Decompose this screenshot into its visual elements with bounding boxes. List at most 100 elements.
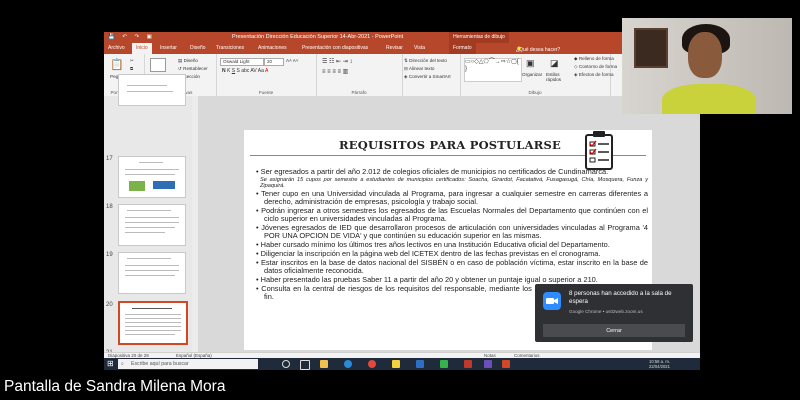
drawing-group-label: Dibujo xyxy=(528,90,542,95)
slide-number: 19 xyxy=(106,252,113,258)
window-title: Presentación Dirección Educación Superio… xyxy=(232,34,404,40)
quick-styles-icon[interactable]: ◪ xyxy=(550,58,559,69)
font-format-buttons[interactable]: N K S S abc AV Aa A xyxy=(222,68,268,74)
title-bar: 💾 ↶ ↷ ▣ Presentación Dirección Educación… xyxy=(104,32,700,43)
slide-number: 20 xyxy=(106,302,113,308)
word-icon[interactable] xyxy=(416,360,424,368)
tab-transiciones[interactable]: Transiciones xyxy=(216,45,244,51)
zoom-camera-icon xyxy=(543,292,561,310)
slide-thumbnail[interactable] xyxy=(118,74,186,106)
app-icon[interactable] xyxy=(464,360,472,368)
shape-outline-label: Contorno de forma xyxy=(578,64,618,69)
ribbon: 📋 Pegar ✂ ⧉ 🖌 Portapapeles Nueva diaposi… xyxy=(104,54,700,97)
reset-button[interactable]: ↺ Restablecer xyxy=(178,66,208,72)
copy-icon[interactable]: ⧉ xyxy=(130,66,133,71)
app-icon[interactable] xyxy=(392,360,400,368)
slide-title[interactable]: REQUISITOS PARA POSTULARSE xyxy=(339,138,561,152)
search-icon: ⌕ xyxy=(121,361,124,367)
bullet-item: • Tener cupo en una Universidad vinculad… xyxy=(256,189,648,207)
tab-archivo[interactable]: Archivo xyxy=(108,45,125,51)
tell-me-label: ¿Qué desea hacer? xyxy=(516,47,561,53)
cut-icon[interactable]: ✂ xyxy=(130,58,134,64)
contextual-tab-header: Herramientas de dibujo xyxy=(449,32,509,43)
windows-taskbar: ⊞ ⌕ Escribe aquí para buscar 10:58 a. m. … xyxy=(104,358,700,370)
taskbar-search-box[interactable]: ⌕ Escribe aquí para buscar xyxy=(118,359,258,369)
clipboard-icon[interactable]: 📋 xyxy=(110,58,124,71)
tab-revisar[interactable]: Revisar xyxy=(386,45,403,51)
participant-face xyxy=(688,32,722,78)
new-slide-icon[interactable] xyxy=(150,58,166,72)
cortana-icon[interactable] xyxy=(282,360,290,368)
font-size-select[interactable]: 20 xyxy=(264,58,284,66)
bullet-item: • Ser egresados a partir del año 2.012 d… xyxy=(256,167,609,176)
drawing-group: ▭○◇△⬠⌒→⇨☆▢{ } ▣ Organizar ◪ Estilos rápi… xyxy=(460,54,617,96)
text-direction-button[interactable]: ⇅ Dirección del texto xyxy=(404,58,447,64)
file-explorer-icon[interactable] xyxy=(320,360,328,368)
teams-icon[interactable] xyxy=(484,360,492,368)
quick-styles-button[interactable]: Estilos rápidos xyxy=(546,72,570,82)
align-text-button[interactable]: ⊟ Alinear texto xyxy=(404,66,434,72)
bullet-item: • Estar inscritos en la base de datos na… xyxy=(256,257,648,275)
grow-shrink-font-icon[interactable]: A˄ A˅ xyxy=(286,58,299,63)
quick-access-icons[interactable]: 💾 ↶ ↷ ▣ xyxy=(108,34,155,40)
slide-thumbnail[interactable] xyxy=(118,204,186,246)
font-size-value: 20 xyxy=(264,58,284,66)
edge-icon[interactable] xyxy=(344,360,352,368)
windows-start-icon[interactable]: ⊞ xyxy=(107,359,114,368)
align-text-label: Alinear texto xyxy=(408,66,435,71)
clipboard-checklist-icon xyxy=(585,131,613,170)
font-name-value: Oswald Light xyxy=(220,58,264,66)
layout-label: Diseño xyxy=(183,58,198,63)
app-icon[interactable] xyxy=(440,360,448,368)
powerpoint-icon[interactable] xyxy=(502,360,510,368)
shape-effects-button[interactable]: ◈ Efectos de forma xyxy=(574,72,614,78)
paragraph-group-label: Párrafo xyxy=(351,90,367,95)
notification-title: 8 personas han accedido a la sala de esp… xyxy=(569,290,672,305)
layout-button[interactable]: ▤ Diseño xyxy=(178,58,198,64)
notification-close-button[interactable]: Cerrar xyxy=(543,324,685,337)
participant-video xyxy=(622,18,792,114)
slide-body-text[interactable]: • Ser egresados a partir del año 2.012 d… xyxy=(254,167,648,302)
reset-label: Restablecer xyxy=(183,66,208,71)
font-name-select[interactable]: Oswald Light xyxy=(220,58,264,66)
chrome-icon[interactable] xyxy=(368,360,376,368)
text-tools-group: ⇅ Dirección del texto ⊟ Alinear texto ◈ … xyxy=(402,54,461,96)
shape-outline-button[interactable]: ◇ Contorno de forma xyxy=(574,64,617,70)
screen-share-caption: Pantalla de Sandra Milena Mora xyxy=(4,378,226,395)
paragraph-group: ☰ ☷ ⇤ ⇥ ↕ ≡ ≡ ≡ ≡ ▥ Párrafo xyxy=(316,54,403,96)
list-buttons[interactable]: ☰ ☷ ⇤ ⇥ ↕ xyxy=(322,58,352,65)
tab-insertar[interactable]: Insertar xyxy=(160,45,177,51)
arrange-icon[interactable]: ▣ xyxy=(526,58,535,69)
shape-fill-button[interactable]: ◆ Relleno de forma xyxy=(574,56,614,62)
tab-presentacion[interactable]: Presentación con diapositivas xyxy=(302,45,368,51)
taskbar-clock[interactable]: 10:58 a. m. 22/04/2021 xyxy=(649,359,670,369)
shape-fill-label: Relleno de forma xyxy=(578,56,614,61)
font-group: Oswald Light 20 A˄ A˅ N K S S abc AV Aa … xyxy=(216,54,317,96)
waiting-room-notification: 8 personas han accedido a la sala de esp… xyxy=(535,284,693,342)
tab-vista[interactable]: Vista xyxy=(414,45,425,51)
arrange-button[interactable]: Organizar xyxy=(522,72,542,77)
smartart-button[interactable]: ◈ Convertir a SmartArt xyxy=(404,74,451,80)
slide-number: 18 xyxy=(106,204,113,210)
task-view-icon[interactable] xyxy=(300,360,310,370)
tab-formato[interactable]: Formato xyxy=(449,43,476,54)
slide-thumbnail-selected[interactable] xyxy=(118,301,188,345)
align-buttons[interactable]: ≡ ≡ ≡ ≡ ▥ xyxy=(322,68,348,75)
slide-number: 17 xyxy=(106,156,113,162)
tab-animaciones[interactable]: Animaciones xyxy=(258,45,287,51)
search-placeholder: Escribe aquí para buscar xyxy=(131,361,189,367)
bullet-note: Se asignarán 15 cupos por semestre a est… xyxy=(260,176,648,190)
slide-thumbnail[interactable] xyxy=(118,252,186,294)
shape-effects-label: Efectos de forma xyxy=(578,72,614,77)
slide-thumbnail[interactable] xyxy=(118,156,186,198)
bullet-item: • Jóvenes egresados de IED que desarroll… xyxy=(256,223,648,241)
notification-source: Google Chrome • us02web.zoom.us xyxy=(569,309,643,314)
smartart-label: Convertir a SmartArt xyxy=(408,74,451,79)
tab-diseno[interactable]: Diseño xyxy=(190,45,206,51)
text-direction-label: Dirección del texto xyxy=(409,58,447,63)
shapes-gallery[interactable]: ▭○◇△⬠⌒→⇨☆▢{ } xyxy=(464,58,522,82)
ribbon-tabs: Archivo Inicio Insertar Diseño Transicio… xyxy=(104,43,700,54)
font-group-label: Fuente xyxy=(258,90,274,95)
section-label: Sección xyxy=(183,74,200,79)
tab-inicio[interactable]: Inicio xyxy=(132,43,152,54)
